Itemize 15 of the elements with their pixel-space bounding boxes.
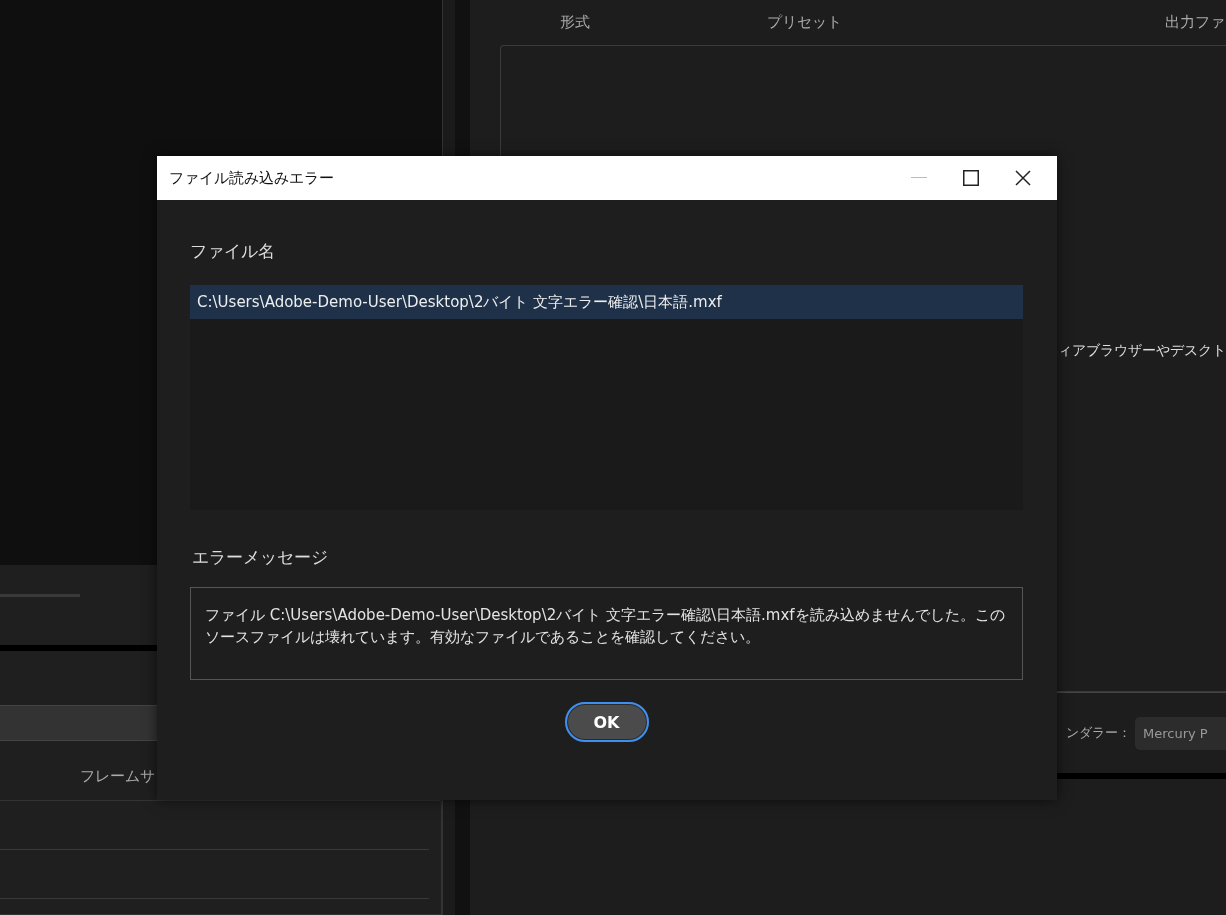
frame-size-label: フレームサ xyxy=(80,767,156,786)
maximize-icon[interactable] xyxy=(963,170,979,186)
column-header[interactable]: プリセット xyxy=(767,13,1165,32)
file-list-item[interactable]: C:\Users\Adobe-Demo-User\Desktop\2バイト 文字エラー確認\日本語.mxf xyxy=(190,285,1023,319)
error-message-label: エラーメッセージ xyxy=(192,546,329,569)
ok-button[interactable]: OK xyxy=(564,702,649,742)
renderer-dropdown[interactable]: Mercury P xyxy=(1135,716,1226,750)
renderer-label: ンダラー： xyxy=(1066,724,1131,742)
column-header[interactable]: 形式 xyxy=(560,13,767,32)
error-message-text: ファイル C:\Users\Adobe-Demo-User\Desktop\2バイト 文字エラー確認\日本語.mxfを読み込めませんでした。このソースファイルは壊れています。有効なファイルであることを確認してください。 xyxy=(190,587,1023,680)
hint-text: ィアブラウザーやデスクト xyxy=(1058,342,1226,360)
close-icon[interactable] xyxy=(1015,170,1031,186)
file-name-label: ファイル名 xyxy=(190,240,276,263)
column-header[interactable]: 出力ファ xyxy=(1165,13,1225,32)
window-title: ファイル読み込みエラー xyxy=(169,168,335,188)
